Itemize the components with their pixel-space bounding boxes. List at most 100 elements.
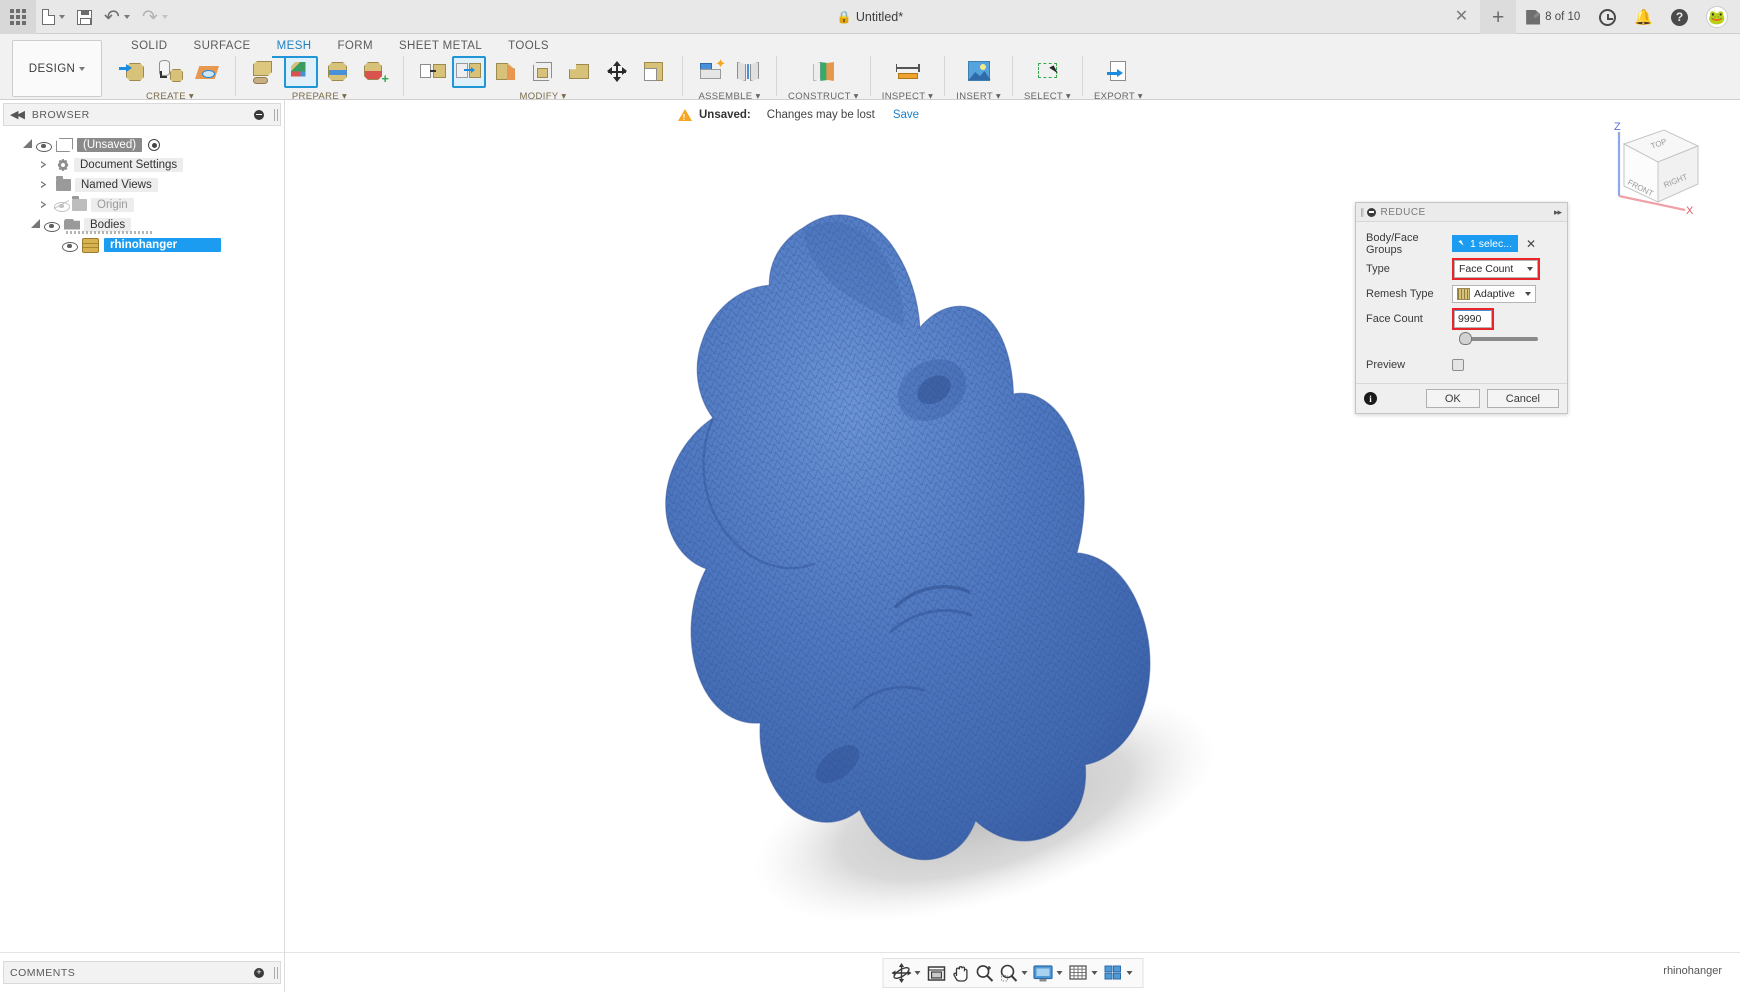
face-count-slider[interactable] [1459,332,1538,345]
tree-item-document-settings[interactable]: Document Settings [0,155,284,175]
remesh-type-dropdown[interactable]: Adaptive [1452,284,1536,303]
account-button[interactable]: 🐸 [1697,6,1740,28]
tool-construct-plane[interactable] [806,56,840,88]
tool-make-closed-mesh[interactable]: + [358,56,392,88]
tool-delete-and-fill[interactable] [526,56,560,88]
tool-reduce[interactable] [284,56,318,88]
activate-component-icon[interactable] [148,139,161,151]
comments-header[interactable]: COMMENTS + [3,961,281,984]
reduce-dialog-header[interactable]: ∥ REDUCE ▸▸ [1356,203,1567,222]
tab-tools[interactable]: TOOLS [495,35,562,58]
tool-create-mesh[interactable] [116,56,150,88]
chevron-down-icon[interactable] [1126,971,1132,975]
tab-sheet-metal[interactable]: SHEET METAL [386,35,495,58]
visibility-eye-icon[interactable] [36,138,52,152]
tool-insert-image[interactable] [962,56,996,88]
ribbon-toolbar: DESIGN SOLID SURFACE MESH FORM SHEET MET… [0,34,1740,102]
workspace-switcher-button[interactable]: DESIGN [12,40,102,97]
tool-merge-bodies[interactable] [452,56,486,88]
face-count-input[interactable]: 9990 [1454,309,1492,328]
panel-grip[interactable] [274,966,275,979]
preview-label: Preview [1366,358,1406,371]
ribbon-group-export: EXPORT ▾ [1088,56,1149,102]
pan-icon[interactable] [948,961,972,985]
cancel-button[interactable]: Cancel [1486,389,1559,408]
preview-checkbox[interactable] [1452,358,1464,371]
tool-select[interactable] [1031,56,1065,88]
job-status-button[interactable]: 8 of 10 [1516,9,1590,25]
zoom-icon[interactable] [972,961,996,985]
tree-item-origin[interactable]: Origin [0,195,284,215]
tool-export[interactable] [1101,56,1135,88]
slider-handle[interactable] [1459,332,1472,345]
plus-circle-icon[interactable]: + [254,967,264,978]
reduce-dialog[interactable]: ∥ REDUCE ▸▸ Body/Face Groups 1 selec... … [1355,202,1568,414]
info-icon[interactable]: i [1364,392,1377,405]
tool-mesh-section-sketch[interactable] [190,56,224,88]
clear-selection-icon[interactable]: ✕ [1526,238,1536,250]
chevron-down-icon[interactable] [1091,971,1097,975]
visibility-eye-icon[interactable] [62,238,78,252]
visibility-eye-icon[interactable] [44,218,60,232]
tab-label: TOOLS [508,40,549,52]
tool-move-copy[interactable] [600,56,634,88]
minus-circle-icon[interactable] [254,109,264,120]
collapse-left-icon[interactable]: ◀◀ [10,108,25,121]
bell-icon: 🔔 [1634,9,1653,26]
expand-right-icon[interactable]: ▸▸ [1554,207,1562,218]
help-button[interactable]: ? [1662,8,1697,26]
tool-bref-to-mesh[interactable] [153,56,187,88]
tree-item-label: Bodies [84,218,132,232]
display-settings-icon[interactable] [1031,961,1055,985]
viewport-canvas[interactable]: Unsaved: Changes may be lost Save [285,100,1740,952]
tool-combine[interactable] [563,56,597,88]
type-dropdown[interactable]: Face Count [1454,259,1538,278]
tab-solid[interactable]: SOLID [118,35,181,58]
look-at-icon[interactable] [924,961,948,985]
tab-surface[interactable]: SURFACE [181,35,264,58]
new-tab-button[interactable]: + [1480,0,1517,34]
ribbon-tabs: SOLID SURFACE MESH FORM SHEET METAL TOOL… [118,35,562,58]
chevron-down-icon [79,66,86,71]
view-cube[interactable]: Z X TOP FRONT RIGHT [1592,118,1712,216]
tool-mesh-offset[interactable] [489,56,523,88]
tool-remesh[interactable] [321,56,355,88]
tree-item-rhinohanger[interactable]: rhinohanger [0,235,284,255]
tab-mesh[interactable]: MESH [264,35,325,58]
tab-form[interactable]: FORM [324,35,385,58]
tool-plane-cut[interactable] [247,56,281,88]
expand-arrow-icon[interactable] [36,201,52,209]
tool-new-component[interactable]: ✦ [694,56,728,88]
zoom-window-icon[interactable] [996,961,1020,985]
chevron-down-icon[interactable] [1056,971,1062,975]
body-face-groups-select-button[interactable]: 1 selec... [1452,235,1519,252]
tree-item-named-views[interactable]: Named Views [0,175,284,195]
tool-joint[interactable] [731,56,765,88]
adaptive-mesh-icon [1457,287,1470,300]
minus-circle-icon[interactable] [1366,207,1376,217]
group-divider [1082,56,1083,96]
chevron-down-icon[interactable] [914,971,920,975]
close-tab-button[interactable]: ✕ [1443,9,1480,25]
expand-arrow-icon[interactable] [36,181,52,189]
recent-button[interactable] [1590,8,1625,26]
grid-snaps-icon[interactable] [1066,961,1090,985]
ok-button[interactable]: OK [1425,389,1480,408]
chevron-down-icon[interactable] [1021,971,1027,975]
tool-measure[interactable] [891,56,925,88]
viewport-layout-icon[interactable] [1101,961,1125,985]
mesh-body-icon [82,237,99,253]
orbit-icon[interactable] [889,961,913,985]
visibility-eye-off-icon[interactable] [53,198,70,212]
expand-arrow-icon[interactable] [36,161,52,169]
lock-icon: 🔒 [836,10,852,24]
ribbon-group-modify: MODIFY ▾ [409,56,677,102]
tool-separate[interactable] [415,56,449,88]
notifications-button[interactable]: 🔔 [1625,8,1662,26]
document-title: Untitled* [855,10,904,24]
tree-item-unsaved[interactable]: (Unsaved) [0,135,284,155]
panel-grip[interactable] [274,108,275,121]
tree-item-bodies[interactable]: Bodies [0,215,284,235]
dialog-grip[interactable]: ∥ [1360,207,1364,218]
tool-align[interactable] [637,56,671,88]
